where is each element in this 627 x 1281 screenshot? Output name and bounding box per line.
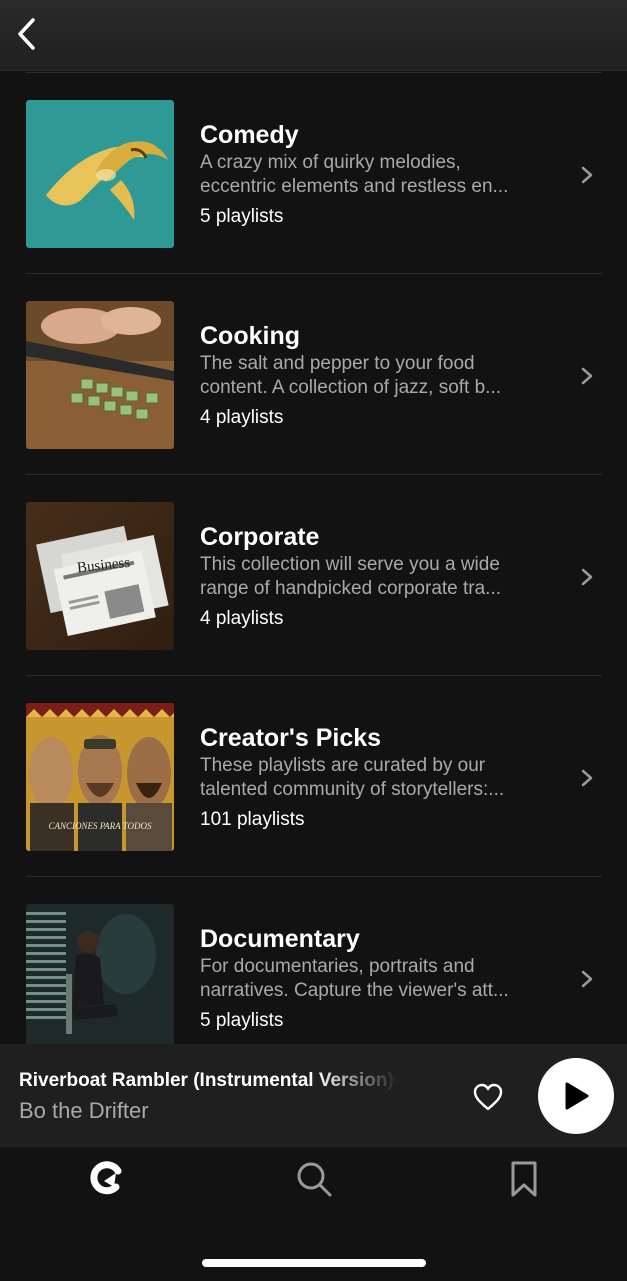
tab-bookmarks[interactable] — [504, 1159, 544, 1199]
track-title: Riverboat Rambler (Instrumental Version) — [19, 1070, 394, 1091]
category-row-corporate[interactable]: Business Corporate This collection will … — [26, 474, 602, 675]
playlist-count: 5 playlists — [200, 1010, 284, 1031]
category-title: Creator's Picks — [200, 724, 382, 752]
playlist-count: 101 playlists — [200, 809, 305, 830]
description-line: range of handpicked corporate tra... — [200, 578, 502, 599]
description-line: The salt and pepper to your food — [200, 353, 475, 374]
category-title: Documentary — [200, 925, 360, 953]
home-icon — [90, 1161, 122, 1195]
back-button[interactable] — [8, 16, 44, 52]
category-description: These playlists are curated by our talen… — [200, 754, 550, 802]
description-line: A crazy mix of quirky melodies, — [200, 152, 461, 173]
chevron-right-icon — [581, 970, 593, 988]
category-title: Comedy — [200, 121, 299, 149]
category-thumbnail — [26, 301, 174, 449]
category-thumbnail: Business — [26, 502, 174, 650]
category-description: The salt and pepper to your food content… — [200, 352, 550, 400]
tab-home[interactable] — [86, 1159, 126, 1199]
category-thumbnail — [26, 904, 174, 1044]
category-title: Corporate — [200, 523, 320, 551]
description-line: This collection will serve you a wide — [200, 554, 500, 575]
category-list: Comedy A crazy mix of quirky melodies, e… — [0, 72, 627, 1044]
chevron-right-icon — [581, 367, 593, 385]
category-title: Cooking — [200, 322, 300, 350]
description-line: talented community of storytellers:... — [200, 779, 505, 800]
play-button[interactable] — [538, 1058, 614, 1134]
artist-name: Bo the Drifter — [19, 1098, 149, 1123]
chevron-right-icon — [581, 769, 593, 787]
search-icon — [297, 1162, 332, 1197]
category-row-cooking[interactable]: Cooking The salt and pepper to your food… — [26, 273, 602, 474]
chevron-right-icon — [581, 166, 593, 184]
bookmark-icon — [511, 1161, 537, 1197]
play-icon — [565, 1082, 589, 1110]
category-description: For documentaries, portraits and narrati… — [200, 955, 550, 1003]
category-description: This collection will serve you a wide ra… — [200, 553, 550, 601]
chevron-left-icon — [18, 18, 35, 50]
tab-search[interactable] — [294, 1159, 334, 1199]
category-description: A crazy mix of quirky melodies, eccentri… — [200, 151, 550, 199]
playlist-count: 4 playlists — [200, 407, 284, 428]
mini-player[interactable]: Riverboat Rambler (Instrumental Version)… — [0, 1044, 627, 1146]
playlist-count: 4 playlists — [200, 608, 284, 629]
category-thumbnail: CANCIONES PARA TODOS — [26, 703, 174, 851]
category-row-documentary[interactable]: Documentary For documentaries, portraits… — [26, 876, 602, 1044]
description-line: These playlists are curated by our — [200, 755, 486, 776]
chevron-right-icon — [581, 568, 593, 586]
playlist-count: 5 playlists — [200, 206, 284, 227]
category-row-creators-picks[interactable]: CANCIONES PARA TODOS Creator's Picks The… — [26, 675, 602, 876]
home-indicator[interactable] — [202, 1259, 426, 1267]
category-row-comedy[interactable]: Comedy A crazy mix of quirky melodies, e… — [26, 72, 602, 273]
category-thumbnail — [26, 100, 174, 248]
description-line: For documentaries, portraits and — [200, 956, 475, 977]
top-bar — [0, 0, 627, 71]
description-line: narratives. Capture the viewer's att... — [200, 980, 509, 1001]
thumbnail-caption: CANCIONES PARA TODOS — [48, 821, 152, 831]
description-line: eccentric elements and restless en... — [200, 176, 509, 197]
description-line: content. A collection of jazz, soft b... — [200, 377, 502, 398]
heart-icon[interactable] — [472, 1082, 504, 1112]
